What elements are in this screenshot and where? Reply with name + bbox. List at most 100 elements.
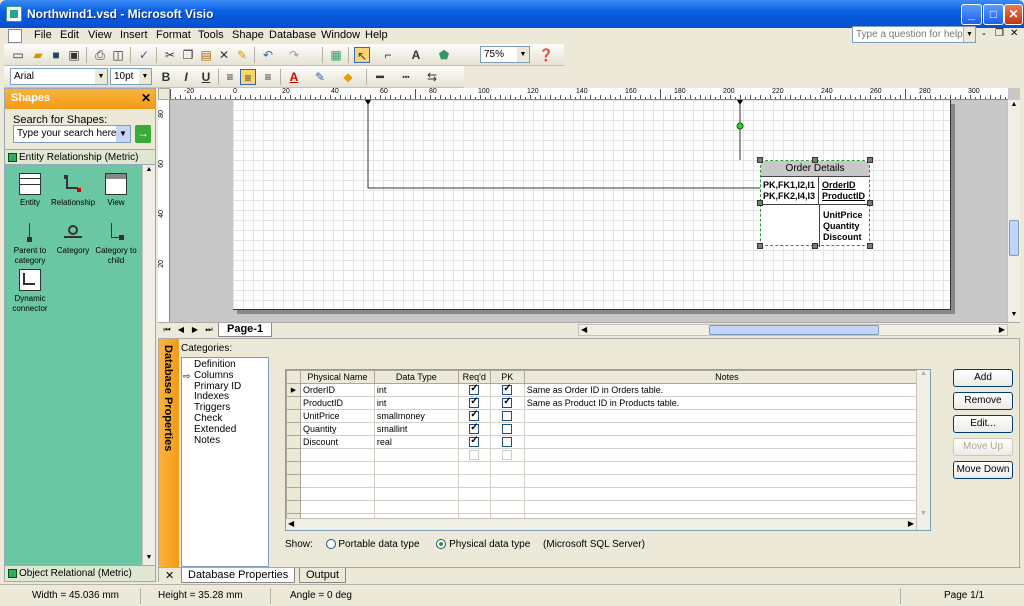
empty-cell[interactable] [457, 461, 491, 475]
underline-button[interactable]: U [198, 69, 214, 85]
empty-cell[interactable] [523, 448, 930, 462]
empty-cell[interactable] [373, 474, 459, 488]
font-select[interactable]: Arial ▼ [10, 68, 108, 85]
row-selector[interactable] [286, 435, 301, 449]
cell-data-type[interactable]: int [373, 383, 459, 397]
reqd-checkbox[interactable] [469, 450, 480, 461]
empty-row[interactable] [286, 500, 930, 514]
scroll-left-icon[interactable]: ◀ [581, 325, 587, 334]
scroll-down-icon[interactable]: ▼ [144, 554, 154, 564]
col-header-reqd[interactable]: Req'd [457, 370, 491, 384]
cell-reqd[interactable] [457, 409, 491, 423]
text-tool-icon[interactable]: A [408, 47, 424, 63]
row-selector[interactable] [286, 500, 301, 514]
menu-insert[interactable]: Insert [120, 29, 148, 41]
empty-cell[interactable] [523, 500, 930, 514]
align-left-icon[interactable]: ≡ [222, 69, 238, 85]
menu-help[interactable]: Help [365, 29, 388, 41]
shapes-search-input[interactable]: Type your search here ▼ [13, 125, 131, 143]
chevron-down-icon[interactable]: ▼ [116, 126, 130, 142]
menu-tools[interactable]: Tools [198, 29, 224, 41]
cell-pk[interactable] [489, 396, 525, 410]
cell-data-type[interactable]: smallint [373, 422, 459, 436]
document-icon[interactable] [8, 29, 22, 43]
row-selector[interactable] [286, 448, 301, 462]
reqd-checkbox[interactable] [469, 422, 480, 435]
line-pattern-icon[interactable]: ┅ [398, 69, 414, 85]
shape-entity[interactable]: Entity [7, 173, 53, 208]
doc-close-button[interactable]: ✕ [1010, 28, 1018, 39]
empty-cell[interactable] [489, 474, 525, 488]
row-selector[interactable]: ▶ [286, 383, 301, 397]
menu-file[interactable]: File [34, 29, 52, 41]
cell-pk[interactable] [489, 422, 525, 436]
shape-category[interactable]: Category [50, 221, 96, 256]
empty-cell[interactable] [299, 461, 375, 475]
empty-cell[interactable] [299, 474, 375, 488]
font-size-select[interactable]: 10pt ▼ [110, 68, 152, 85]
menu-shape[interactable]: Shape [232, 29, 264, 41]
drawing-page[interactable]: Order Details PK,FK1,I2,I1 PK,FK2,I4,I3 … [233, 100, 951, 310]
close-button[interactable]: ✕ [1004, 4, 1023, 25]
help-search-input[interactable]: Type a question for help ▼ [852, 26, 976, 43]
tab-database-properties[interactable]: Database Properties [181, 568, 296, 583]
scroll-down-icon[interactable]: ▼ [920, 510, 927, 517]
cell-physical-name[interactable]: Quantity [299, 422, 375, 436]
chevron-down-icon[interactable]: ▼ [139, 69, 151, 84]
chevron-down-icon[interactable]: ▼ [963, 27, 975, 42]
shape-view[interactable]: View [93, 173, 139, 208]
table-row[interactable]: Discount real [286, 435, 930, 449]
category-item-columns[interactable]: Columns [183, 370, 268, 382]
fill-color-icon[interactable]: ◆ [340, 69, 356, 85]
categories-list[interactable]: Definition Columns Primary ID Indexes Tr… [181, 357, 269, 567]
print-preview-icon[interactable]: ◫ [110, 47, 126, 63]
cell-notes[interactable] [523, 409, 930, 423]
drawing-horizontal-scrollbar[interactable]: ◀ ▶ [578, 324, 1008, 336]
scroll-left-icon[interactable]: ◀ [288, 519, 294, 528]
cell-pk[interactable] [489, 383, 525, 397]
category-item-extended[interactable]: Extended [194, 424, 268, 436]
selection-handle[interactable] [757, 243, 763, 249]
category-item-notes[interactable]: Notes [194, 435, 268, 447]
physical-radio[interactable] [436, 539, 447, 550]
table-row[interactable]: UnitPrice smallmoney [286, 409, 930, 423]
cell-notes[interactable] [523, 422, 930, 436]
row-selector[interactable] [286, 474, 301, 488]
col-header-physical-name[interactable]: Physical Name [299, 370, 375, 384]
shape-category-to-child[interactable]: Category to child [93, 221, 139, 266]
empty-cell[interactable] [489, 461, 525, 475]
reqd-checkbox[interactable] [469, 396, 480, 409]
empty-cell[interactable] [299, 487, 375, 501]
physical-radio-label[interactable]: Physical data type [449, 539, 530, 550]
open-icon[interactable]: ▰ [30, 47, 46, 63]
empty-row[interactable] [286, 487, 930, 501]
empty-cell[interactable] [457, 487, 491, 501]
empty-row[interactable] [286, 448, 930, 462]
move-up-button[interactable]: Move Up [953, 438, 1013, 456]
align-right-icon[interactable]: ≡ [260, 69, 276, 85]
cell-reqd[interactable] [457, 383, 491, 397]
line-color-icon[interactable]: ✎ [312, 69, 328, 85]
cell-data-type[interactable]: int [373, 396, 459, 410]
connector-tool-icon[interactable]: ⌐ [380, 47, 396, 63]
maximize-button[interactable]: □ [983, 4, 1004, 25]
reqd-checkbox[interactable] [469, 409, 480, 422]
visio-app-icon[interactable] [6, 6, 22, 22]
format-painter-icon[interactable]: ✎ [234, 47, 250, 63]
chevron-down-icon[interactable]: ▼ [95, 69, 107, 84]
entity-order-details[interactable]: Order Details PK,FK1,I2,I1 PK,FK2,I4,I3 … [757, 157, 873, 249]
empty-cell[interactable] [489, 448, 525, 462]
cell-notes[interactable] [523, 435, 930, 449]
font-color-icon[interactable]: A [286, 69, 302, 85]
physical-radio-option[interactable]: Physical data type [436, 539, 533, 550]
shape-parent-to-category[interactable]: Parent to category [7, 221, 53, 266]
zoom-select[interactable]: 75% ▼ [480, 46, 530, 63]
selection-handle[interactable] [812, 243, 818, 249]
col-header-pk[interactable]: PK [489, 370, 525, 384]
selection-handle[interactable] [757, 157, 763, 163]
table-row[interactable]: ▶OrderIDint Same as Order ID in Orders ta… [286, 383, 930, 397]
scroll-thumb[interactable] [709, 325, 879, 335]
scroll-up-icon[interactable]: ▲ [920, 370, 927, 377]
selection-handle[interactable] [812, 157, 818, 163]
relationship-connector[interactable] [367, 100, 760, 189]
